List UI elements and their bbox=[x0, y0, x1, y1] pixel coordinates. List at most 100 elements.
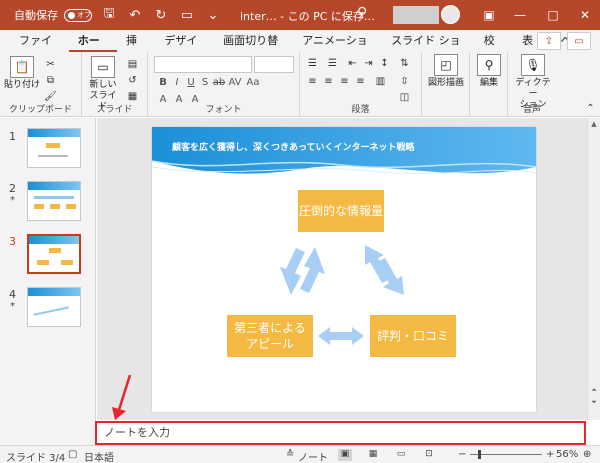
annotation-arrow bbox=[112, 374, 132, 420]
ribbon-display-icon[interactable]: ▣ bbox=[474, 0, 504, 30]
tab-transitions[interactable]: 画面切り替え bbox=[214, 30, 293, 69]
status-bar: スライド 3/4 ▢ 日本語 ≙ ノート ▣ ▦ ▭ ⊡ − + 56% ⊕ bbox=[0, 445, 600, 463]
strikethrough-button[interactable]: ab bbox=[212, 77, 226, 88]
underline-button[interactable]: U bbox=[184, 77, 198, 88]
collapse-ribbon-icon[interactable]: ⌃ bbox=[584, 102, 597, 115]
shapes-icon: ◰ bbox=[434, 54, 458, 76]
arrow-horizontal bbox=[318, 327, 364, 345]
scroll-up-icon[interactable]: ▲ bbox=[588, 120, 600, 128]
paste-button[interactable]: 📋 貼り付け bbox=[4, 56, 40, 91]
slideshow-icon[interactable]: ⊡ bbox=[422, 449, 436, 461]
increase-indent-icon[interactable]: ⇥ bbox=[362, 57, 375, 70]
thumb-star: * bbox=[10, 301, 15, 312]
box-top[interactable]: 圧倒的な情報量 bbox=[298, 190, 384, 232]
align-text-icon[interactable]: ⇳ bbox=[398, 75, 411, 88]
slide-thumbnail-4[interactable] bbox=[27, 287, 81, 327]
numbering-icon[interactable]: ☰ bbox=[326, 57, 339, 70]
editing-group: ⚲ 編集 bbox=[470, 52, 508, 117]
font-group: B I U S ab AV Aa A A A フォント bbox=[148, 52, 300, 117]
ribbon-tabs: ファイル ホーム 挿入 デザイン 画面切り替え アニメーション スライド ショー… bbox=[0, 30, 600, 69]
tab-insert[interactable]: 挿入 bbox=[117, 30, 155, 69]
paste-icon: 📋 bbox=[10, 56, 34, 78]
redo-icon[interactable]: ↻ bbox=[152, 6, 170, 24]
drawing-button[interactable]: ◰ 図形描画 bbox=[428, 54, 464, 89]
cut-icon[interactable]: ✂ bbox=[44, 58, 57, 71]
notes-toggle-icon[interactable]: ≙ bbox=[286, 449, 294, 460]
thumb-number: 4 bbox=[9, 288, 16, 301]
char-spacing-button[interactable]: AV bbox=[228, 77, 242, 88]
vertical-scrollbar[interactable]: ▲ ⏶ ⏷ bbox=[587, 118, 600, 420]
find-icon: ⚲ bbox=[477, 54, 501, 76]
notes-input[interactable]: ノートを入力 bbox=[95, 421, 586, 445]
autosave-toggle[interactable]: オフ bbox=[64, 8, 92, 22]
fit-to-window-icon[interactable]: ⊕ bbox=[583, 449, 591, 460]
thumb-number: 3 bbox=[9, 235, 16, 248]
slide-thumbnails-pane: 1 2 * 3 4 * bbox=[0, 118, 96, 445]
prev-slide-icon[interactable]: ⏶ bbox=[588, 386, 600, 395]
close-icon[interactable]: ✕ bbox=[570, 0, 600, 30]
box-right[interactable]: 評判・口コミ bbox=[370, 315, 456, 357]
slide-thumbnail-2[interactable] bbox=[27, 181, 81, 221]
arrow-right-diagonal bbox=[365, 245, 404, 295]
share-icon[interactable]: ⇪ bbox=[537, 32, 561, 50]
layout-icon[interactable]: ▤ bbox=[126, 58, 139, 71]
decrease-indent-icon[interactable]: ⇤ bbox=[346, 57, 359, 70]
zoom-slider-thumb[interactable] bbox=[478, 450, 481, 459]
tab-animations[interactable]: アニメーション bbox=[293, 30, 382, 69]
shadow-button[interactable]: S bbox=[198, 77, 212, 88]
align-center-icon[interactable]: ≡ bbox=[322, 75, 335, 88]
document-title: inter… - この PC に保存… bbox=[240, 10, 375, 23]
slide-thumbnail-3[interactable] bbox=[27, 234, 81, 274]
accessibility-icon[interactable]: ▢ bbox=[68, 449, 77, 460]
voice-group: 🎙 ディクテー ション 音声 bbox=[508, 52, 556, 117]
zoom-out-icon[interactable]: − bbox=[458, 449, 466, 460]
reading-view-icon[interactable]: ▭ bbox=[394, 449, 408, 461]
paragraph-group: ☰ ☰ ⇤ ⇥ ↕ ⇅ ≡ ≡ ≡ ≡ ▥ ⇳ ◫ 段落 bbox=[300, 52, 422, 117]
present-icon[interactable]: ▭ bbox=[178, 6, 196, 24]
zoom-level[interactable]: 56% bbox=[556, 449, 578, 460]
autosave-label: 自動保存 bbox=[14, 9, 58, 22]
normal-view-icon[interactable]: ▣ bbox=[338, 449, 352, 461]
bold-button[interactable]: B bbox=[156, 77, 170, 88]
slide-canvas[interactable]: 顧客を広く獲得し、深くつきあっていくインターネット戦略 圧倒的な情報量 第三者に… bbox=[152, 127, 536, 412]
undo-icon[interactable]: ↶ bbox=[126, 6, 144, 24]
font-size-combo[interactable] bbox=[254, 56, 294, 73]
language-label[interactable]: 日本語 bbox=[84, 449, 114, 463]
save-icon[interactable]: 🖫 bbox=[100, 6, 118, 24]
bullets-icon[interactable]: ☰ bbox=[306, 57, 319, 70]
tab-design[interactable]: デザイン bbox=[155, 30, 214, 69]
microphone-icon: 🎙 bbox=[521, 54, 545, 76]
new-slide-icon: ▭ bbox=[91, 56, 115, 78]
align-left-icon[interactable]: ≡ bbox=[306, 75, 319, 88]
search-icon[interactable]: ⚲ bbox=[357, 5, 367, 21]
maximize-icon[interactable]: □ bbox=[538, 0, 568, 30]
font-name-combo[interactable] bbox=[154, 56, 252, 73]
minimize-icon[interactable]: — bbox=[505, 0, 535, 30]
slide-counter: スライド 3/4 bbox=[6, 453, 66, 463]
comments-icon[interactable]: ▭ bbox=[567, 32, 591, 50]
slide-thumbnail-1[interactable] bbox=[27, 128, 81, 168]
justify-icon[interactable]: ≡ bbox=[354, 75, 367, 88]
zoom-in-icon[interactable]: + bbox=[546, 449, 554, 460]
copy-icon[interactable]: ⧉ bbox=[44, 74, 57, 87]
user-name[interactable] bbox=[393, 6, 439, 24]
columns-icon[interactable]: ▥ bbox=[374, 75, 387, 88]
text-direction-icon[interactable]: ⇅ bbox=[398, 57, 411, 70]
editing-button[interactable]: ⚲ 編集 bbox=[474, 54, 504, 89]
customize-qat-icon[interactable]: ⌄ bbox=[204, 6, 222, 24]
avatar[interactable] bbox=[441, 5, 460, 24]
box-left[interactable]: 第三者による アピール bbox=[227, 315, 313, 357]
slide-sorter-icon[interactable]: ▦ bbox=[366, 449, 380, 461]
italic-button[interactable]: I bbox=[170, 77, 184, 88]
change-case-button[interactable]: Aa bbox=[246, 77, 260, 88]
next-slide-icon[interactable]: ⏷ bbox=[588, 398, 600, 407]
tab-file[interactable]: ファイル bbox=[10, 30, 69, 69]
align-right-icon[interactable]: ≡ bbox=[338, 75, 351, 88]
notes-toggle-label[interactable]: ノート bbox=[298, 449, 328, 463]
tab-slideshow[interactable]: スライド ショー bbox=[382, 30, 475, 69]
tab-home[interactable]: ホーム bbox=[68, 30, 117, 69]
reset-icon[interactable]: ↺ bbox=[126, 74, 139, 87]
line-spacing-icon[interactable]: ↕ bbox=[378, 57, 391, 70]
slide-header-banner bbox=[152, 127, 536, 175]
tab-review[interactable]: 校閲 bbox=[475, 30, 513, 69]
